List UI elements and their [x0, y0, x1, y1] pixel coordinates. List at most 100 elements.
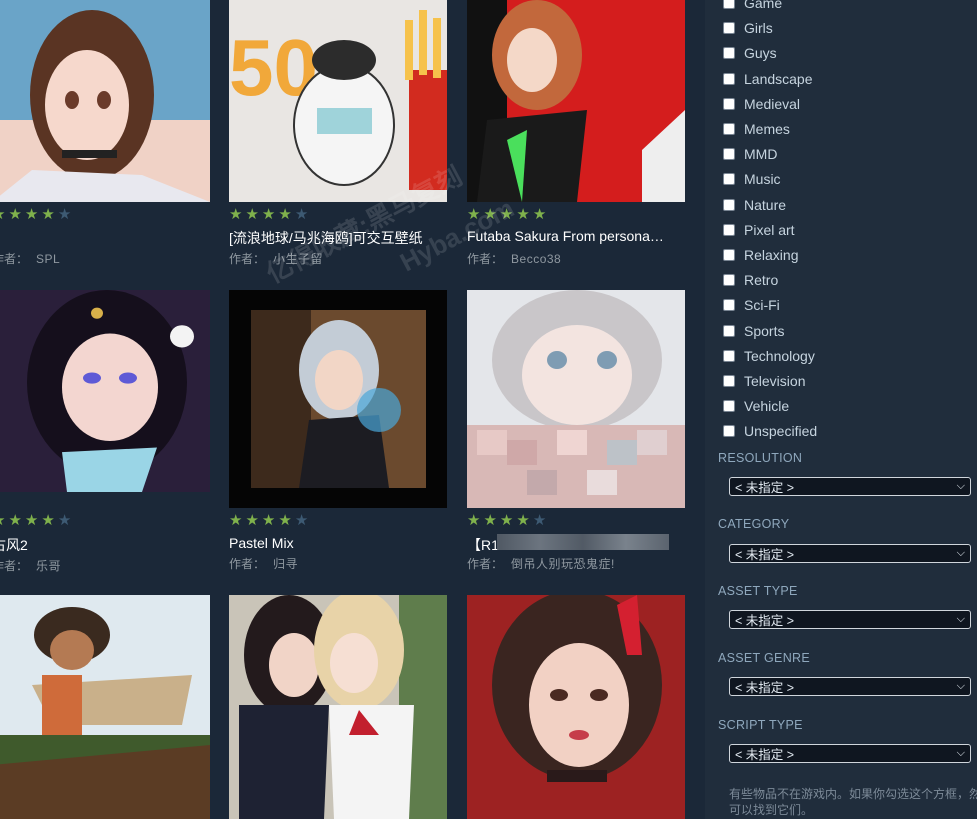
star-icon: ★ — [294, 512, 309, 529]
item-title[interactable]: 3 — [0, 228, 210, 244]
workshop-grid: ★★★★★ 3 作者：SPL 50 ★★★★★ [流浪地球/马兆海鸥]可交互壁纸… — [0, 0, 705, 819]
chevron-down-icon: ⌵ — [956, 613, 965, 625]
category-select[interactable]: < 未指定 > ⌵ — [729, 544, 971, 563]
chevron-down-icon: ⌵ — [956, 547, 965, 559]
asset-genre-select[interactable]: < 未指定 > ⌵ — [729, 677, 971, 696]
tag-filter-row[interactable]: Pixel art — [723, 220, 795, 240]
checkbox-icon[interactable] — [723, 0, 735, 9]
tag-label: MMD — [744, 146, 778, 163]
tag-filter-row[interactable]: Girls — [723, 18, 773, 38]
tag-filter-row[interactable]: Game — [723, 0, 782, 13]
tag-filter-row[interactable]: Guys — [723, 43, 777, 63]
checkbox-icon[interactable] — [723, 249, 735, 261]
item-title[interactable]: 古风2 — [0, 535, 210, 555]
checkbox-icon[interactable] — [723, 349, 735, 362]
chevron-down-icon: ⌵ — [956, 747, 965, 759]
item-thumbnail[interactable] — [467, 290, 685, 508]
tag-filter-row[interactable]: Technology — [723, 346, 815, 366]
tag-filter-row[interactable]: Sci-Fi — [723, 295, 780, 315]
checkbox-icon[interactable] — [723, 375, 735, 387]
star-icon: ★ — [24, 206, 39, 223]
checkbox-icon[interactable] — [723, 425, 735, 438]
tag-label: Unspecified — [744, 423, 818, 440]
tag-label: Pixel art — [744, 221, 795, 238]
chevron-down-icon: ⌵ — [956, 680, 965, 692]
tag-filter-row[interactable]: Medieval — [723, 94, 800, 114]
tag-filter-row[interactable]: Music — [723, 169, 781, 189]
chevron-down-icon: ⌵ — [956, 480, 965, 492]
star-icon: ★ — [41, 512, 55, 529]
script-type-select[interactable]: < 未指定 > ⌵ — [729, 744, 971, 763]
item-author: 作者：乐哥 — [0, 559, 62, 573]
star-icon: ★ — [516, 512, 530, 529]
tag-filter-row[interactable]: Memes — [723, 119, 790, 139]
item-thumbnail[interactable] — [0, 0, 210, 202]
rating-stars: ★★★★★ — [0, 206, 71, 224]
rating-stars: ★★★★★ — [229, 206, 308, 224]
tag-filter-row[interactable]: Landscape — [723, 69, 813, 89]
tag-filter-row[interactable]: MMD — [723, 144, 777, 164]
asset-type-title: ASSET TYPE — [718, 584, 798, 598]
item-thumbnail[interactable] — [229, 290, 447, 508]
censor-blur — [497, 534, 669, 550]
star-icon: ★ — [41, 206, 55, 223]
footnote-text: 有些物品不在游戏内。如果你勾选这个方框，然可以找到它们。 — [729, 787, 977, 817]
item-thumbnail[interactable] — [467, 0, 685, 202]
star-icon: ★ — [294, 206, 309, 223]
star-icon: ★ — [229, 206, 243, 223]
tag-filter-row[interactable]: Sports — [723, 321, 784, 341]
tag-label: Relaxing — [744, 247, 799, 263]
filter-panel: RESOLUTION < 未指定 > ⌵ CATEGORY < 未指定 > ⌵ AS… — [705, 0, 977, 819]
star-icon: ★ — [229, 512, 243, 529]
asset-genre-title: ASSET GENRE — [718, 651, 810, 665]
checkbox-icon[interactable] — [723, 324, 735, 337]
checkbox-icon[interactable] — [723, 400, 735, 413]
item-thumbnail[interactable] — [467, 595, 685, 819]
item-title[interactable]: Pastel Mix — [229, 535, 447, 551]
tag-filter-row[interactable]: Retro — [723, 270, 778, 290]
checkbox-icon[interactable] — [723, 72, 735, 85]
item-author: 作者： Becco38 — [467, 252, 562, 266]
resolution-select[interactable]: < 未指定 > ⌵ — [729, 477, 971, 496]
checkbox-icon[interactable] — [723, 299, 735, 312]
checkbox-icon[interactable] — [723, 123, 735, 135]
tag-label: Game — [744, 0, 783, 11]
tag-filter-row[interactable]: Vehicle — [723, 396, 789, 416]
asset-type-select[interactable]: < 未指定 > ⌵ — [729, 610, 971, 629]
tag-filter-row[interactable]: Television — [723, 371, 805, 391]
tag-label: Sports — [744, 322, 785, 339]
checkbox-icon[interactable] — [723, 274, 735, 287]
checkbox-icon[interactable] — [723, 198, 735, 211]
checkbox-icon[interactable] — [723, 22, 735, 35]
tag-label: Technology — [744, 347, 815, 364]
tag-label: Retro — [744, 272, 779, 289]
tag-filter-row[interactable]: Relaxing — [723, 245, 798, 265]
star-icon: ★ — [8, 512, 22, 529]
star-icon: ★ — [499, 512, 514, 529]
star-icon: ★ — [516, 206, 530, 223]
tag-label: Girls — [744, 20, 773, 37]
checkbox-icon[interactable] — [723, 148, 735, 161]
rating-stars: ★★★★★ — [0, 512, 71, 530]
item-thumbnail[interactable] — [229, 595, 447, 819]
tag-label: Memes — [744, 121, 790, 137]
tag-filter-row[interactable]: Nature — [723, 195, 786, 215]
item-author: 作者： 归寻 — [229, 557, 299, 571]
item-author: 作者： 倒吊人别玩恐鬼症! — [467, 557, 615, 571]
star-icon: ★ — [57, 512, 72, 529]
checkbox-icon[interactable] — [723, 173, 735, 186]
tag-label: Nature — [744, 196, 787, 213]
star-icon: ★ — [24, 512, 39, 529]
item-author: 作者：SPL — [0, 252, 61, 266]
star-icon: ★ — [245, 512, 259, 529]
item-thumbnail[interactable] — [0, 595, 210, 819]
item-thumbnail[interactable] — [0, 290, 210, 492]
checkbox-icon[interactable] — [723, 47, 735, 60]
checkbox-icon[interactable] — [723, 223, 735, 236]
checkbox-icon[interactable] — [723, 97, 735, 110]
star-icon: ★ — [57, 206, 72, 223]
star-icon: ★ — [245, 206, 259, 223]
item-thumbnail[interactable]: 50 — [229, 0, 447, 202]
rating-stars: ★★★★★ — [229, 512, 308, 530]
tag-filter-row[interactable]: Unspecified — [723, 421, 817, 441]
